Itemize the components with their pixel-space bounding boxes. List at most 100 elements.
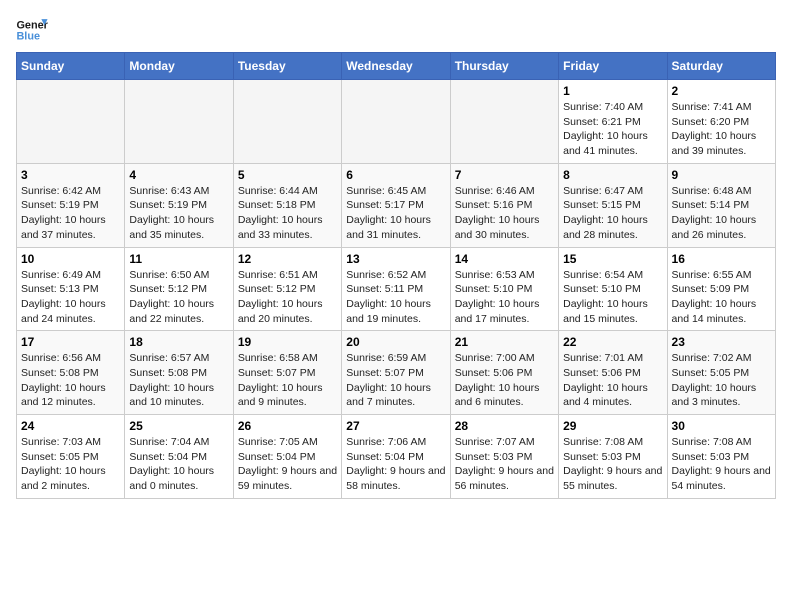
day-number: 2: [672, 84, 771, 98]
day-info: Sunrise: 6:49 AMSunset: 5:13 PMDaylight:…: [21, 268, 120, 327]
day-number: 15: [563, 252, 662, 266]
day-info: Sunrise: 6:50 AMSunset: 5:12 PMDaylight:…: [129, 268, 228, 327]
day-info: Sunrise: 7:41 AMSunset: 6:20 PMDaylight:…: [672, 100, 771, 159]
day-cell: 14 Sunrise: 6:53 AMSunset: 5:10 PMDayligh…: [450, 247, 558, 331]
day-number: 24: [21, 419, 120, 433]
day-number: 23: [672, 335, 771, 349]
week-row-4: 24 Sunrise: 7:03 AMSunset: 5:05 PMDayligh…: [17, 415, 776, 499]
day-cell: [17, 80, 125, 164]
day-cell: 19 Sunrise: 6:58 AMSunset: 5:07 PMDayligh…: [233, 331, 341, 415]
day-cell: 3Sunrise: 6:42 AMSunset: 5:19 PMDaylight…: [17, 163, 125, 247]
col-header-thursday: Thursday: [450, 53, 558, 80]
col-header-monday: Monday: [125, 53, 233, 80]
day-info: Sunrise: 7:04 AMSunset: 5:04 PMDaylight:…: [129, 435, 228, 494]
day-number: 6: [346, 168, 445, 182]
calendar-header-row: SundayMondayTuesdayWednesdayThursdayFrid…: [17, 53, 776, 80]
day-number: 8: [563, 168, 662, 182]
day-cell: 12 Sunrise: 6:51 AMSunset: 5:12 PMDayligh…: [233, 247, 341, 331]
week-row-2: 10 Sunrise: 6:49 AMSunset: 5:13 PMDayligh…: [17, 247, 776, 331]
week-row-1: 3Sunrise: 6:42 AMSunset: 5:19 PMDaylight…: [17, 163, 776, 247]
week-row-0: 1 Sunrise: 7:40 AMSunset: 6:21 PMDaylight…: [17, 80, 776, 164]
day-cell: 11 Sunrise: 6:50 AMSunset: 5:12 PMDayligh…: [125, 247, 233, 331]
day-number: 16: [672, 252, 771, 266]
day-number: 3: [21, 168, 120, 182]
day-cell: 29 Sunrise: 7:08 AMSunset: 5:03 PMDayligh…: [559, 415, 667, 499]
day-cell: [233, 80, 341, 164]
svg-text:Blue: Blue: [16, 30, 40, 42]
header: General Blue: [16, 16, 776, 44]
day-cell: [450, 80, 558, 164]
day-cell: [342, 80, 450, 164]
day-info: Sunrise: 6:44 AMSunset: 5:18 PMDaylight:…: [238, 184, 337, 243]
logo-icon: General Blue: [16, 16, 48, 44]
col-header-friday: Friday: [559, 53, 667, 80]
day-number: 1: [563, 84, 662, 98]
day-info: Sunrise: 7:08 AMSunset: 5:03 PMDaylight:…: [672, 435, 771, 494]
day-number: 29: [563, 419, 662, 433]
day-number: 7: [455, 168, 554, 182]
day-info: Sunrise: 7:00 AMSunset: 5:06 PMDaylight:…: [455, 351, 554, 410]
day-number: 18: [129, 335, 228, 349]
day-info: Sunrise: 6:58 AMSunset: 5:07 PMDaylight:…: [238, 351, 337, 410]
logo: General Blue: [16, 16, 52, 44]
day-info: Sunrise: 6:54 AMSunset: 5:10 PMDaylight:…: [563, 268, 662, 327]
day-cell: [125, 80, 233, 164]
day-number: 26: [238, 419, 337, 433]
day-number: 25: [129, 419, 228, 433]
day-number: 9: [672, 168, 771, 182]
col-header-sunday: Sunday: [17, 53, 125, 80]
day-cell: 9 Sunrise: 6:48 AMSunset: 5:14 PMDaylight…: [667, 163, 775, 247]
col-header-saturday: Saturday: [667, 53, 775, 80]
day-cell: 17Sunrise: 6:56 AMSunset: 5:08 PMDayligh…: [17, 331, 125, 415]
day-info: Sunrise: 6:48 AMSunset: 5:14 PMDaylight:…: [672, 184, 771, 243]
day-cell: 1 Sunrise: 7:40 AMSunset: 6:21 PMDaylight…: [559, 80, 667, 164]
day-number: 22: [563, 335, 662, 349]
day-info: Sunrise: 6:56 AMSunset: 5:08 PMDaylight:…: [21, 351, 120, 410]
day-cell: 28 Sunrise: 7:07 AMSunset: 5:03 PMDayligh…: [450, 415, 558, 499]
day-info: Sunrise: 6:51 AMSunset: 5:12 PMDaylight:…: [238, 268, 337, 327]
day-number: 14: [455, 252, 554, 266]
day-info: Sunrise: 7:08 AMSunset: 5:03 PMDaylight:…: [563, 435, 662, 494]
day-info: Sunrise: 6:55 AMSunset: 5:09 PMDaylight:…: [672, 268, 771, 327]
day-number: 10: [21, 252, 120, 266]
day-number: 13: [346, 252, 445, 266]
day-number: 19: [238, 335, 337, 349]
day-info: Sunrise: 6:59 AMSunset: 5:07 PMDaylight:…: [346, 351, 445, 410]
day-cell: 7 Sunrise: 6:46 AMSunset: 5:16 PMDaylight…: [450, 163, 558, 247]
day-info: Sunrise: 7:03 AMSunset: 5:05 PMDaylight:…: [21, 435, 120, 494]
day-info: Sunrise: 6:47 AMSunset: 5:15 PMDaylight:…: [563, 184, 662, 243]
day-cell: 30Sunrise: 7:08 AMSunset: 5:03 PMDayligh…: [667, 415, 775, 499]
day-info: Sunrise: 7:01 AMSunset: 5:06 PMDaylight:…: [563, 351, 662, 410]
col-header-tuesday: Tuesday: [233, 53, 341, 80]
day-cell: 20 Sunrise: 6:59 AMSunset: 5:07 PMDayligh…: [342, 331, 450, 415]
day-number: 11: [129, 252, 228, 266]
day-info: Sunrise: 6:53 AMSunset: 5:10 PMDaylight:…: [455, 268, 554, 327]
day-number: 20: [346, 335, 445, 349]
day-cell: 6Sunrise: 6:45 AMSunset: 5:17 PMDaylight…: [342, 163, 450, 247]
day-cell: 8 Sunrise: 6:47 AMSunset: 5:15 PMDaylight…: [559, 163, 667, 247]
day-number: 21: [455, 335, 554, 349]
day-cell: 21 Sunrise: 7:00 AMSunset: 5:06 PMDayligh…: [450, 331, 558, 415]
day-number: 12: [238, 252, 337, 266]
day-cell: 5 Sunrise: 6:44 AMSunset: 5:18 PMDaylight…: [233, 163, 341, 247]
day-number: 28: [455, 419, 554, 433]
day-cell: 16 Sunrise: 6:55 AMSunset: 5:09 PMDayligh…: [667, 247, 775, 331]
day-cell: 27Sunrise: 7:06 AMSunset: 5:04 PMDayligh…: [342, 415, 450, 499]
day-info: Sunrise: 7:05 AMSunset: 5:04 PMDaylight:…: [238, 435, 337, 494]
day-cell: 10 Sunrise: 6:49 AMSunset: 5:13 PMDayligh…: [17, 247, 125, 331]
week-row-3: 17Sunrise: 6:56 AMSunset: 5:08 PMDayligh…: [17, 331, 776, 415]
day-cell: 23Sunrise: 7:02 AMSunset: 5:05 PMDayligh…: [667, 331, 775, 415]
day-info: Sunrise: 7:07 AMSunset: 5:03 PMDaylight:…: [455, 435, 554, 494]
day-cell: 25 Sunrise: 7:04 AMSunset: 5:04 PMDayligh…: [125, 415, 233, 499]
day-info: Sunrise: 7:40 AMSunset: 6:21 PMDaylight:…: [563, 100, 662, 159]
day-info: Sunrise: 6:46 AMSunset: 5:16 PMDaylight:…: [455, 184, 554, 243]
day-cell: 13Sunrise: 6:52 AMSunset: 5:11 PMDayligh…: [342, 247, 450, 331]
calendar: SundayMondayTuesdayWednesdayThursdayFrid…: [16, 52, 776, 499]
day-cell: 15 Sunrise: 6:54 AMSunset: 5:10 PMDayligh…: [559, 247, 667, 331]
day-cell: 24 Sunrise: 7:03 AMSunset: 5:05 PMDayligh…: [17, 415, 125, 499]
day-cell: 18 Sunrise: 6:57 AMSunset: 5:08 PMDayligh…: [125, 331, 233, 415]
col-header-wednesday: Wednesday: [342, 53, 450, 80]
day-number: 5: [238, 168, 337, 182]
day-cell: 2 Sunrise: 7:41 AMSunset: 6:20 PMDaylight…: [667, 80, 775, 164]
day-info: Sunrise: 6:57 AMSunset: 5:08 PMDaylight:…: [129, 351, 228, 410]
